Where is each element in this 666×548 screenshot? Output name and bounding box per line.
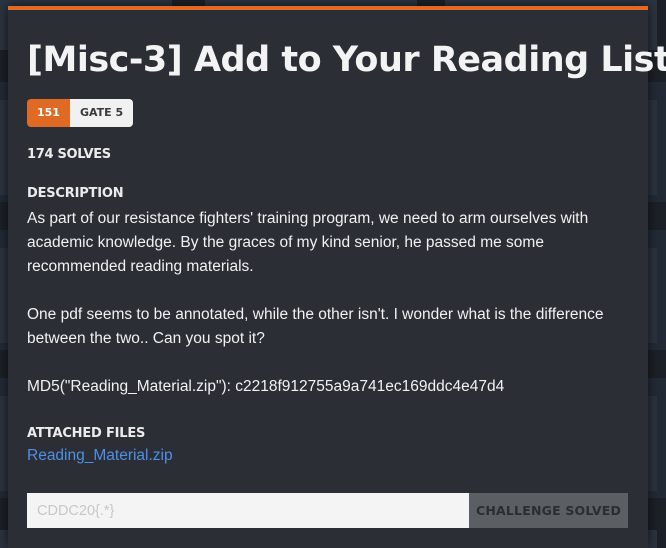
- flag-input[interactable]: [27, 493, 469, 528]
- attached-file-link[interactable]: Reading_Material.zip: [27, 447, 173, 465]
- md5-hash-text: MD5("Reading_Material.zip"): c2218f91275…: [27, 378, 505, 395]
- challenge-badges: 151 GATE 5: [27, 99, 134, 127]
- solves-count: 174 SOLVES: [27, 147, 111, 162]
- challenge-modal: [Misc-3] Add to Your Reading List 151 GA…: [8, 6, 666, 548]
- description-paragraph: As part of our resistance fighters' trai…: [27, 210, 589, 275]
- points-badge: 151: [27, 99, 70, 127]
- flag-submit-row: CHALLENGE SOLVED: [27, 493, 628, 528]
- description-label: DESCRIPTION: [27, 186, 124, 201]
- challenge-description: As part of our resistance fighters' trai…: [27, 207, 627, 423]
- description-paragraph: One pdf seems to be annotated, while the…: [27, 306, 604, 347]
- challenge-title: [Misc-3] Add to Your Reading List: [27, 40, 666, 80]
- gate-badge: GATE 5: [69, 99, 134, 127]
- challenge-solved-button[interactable]: CHALLENGE SOLVED: [469, 493, 628, 528]
- attached-files-label: ATTACHED FILES: [27, 426, 146, 441]
